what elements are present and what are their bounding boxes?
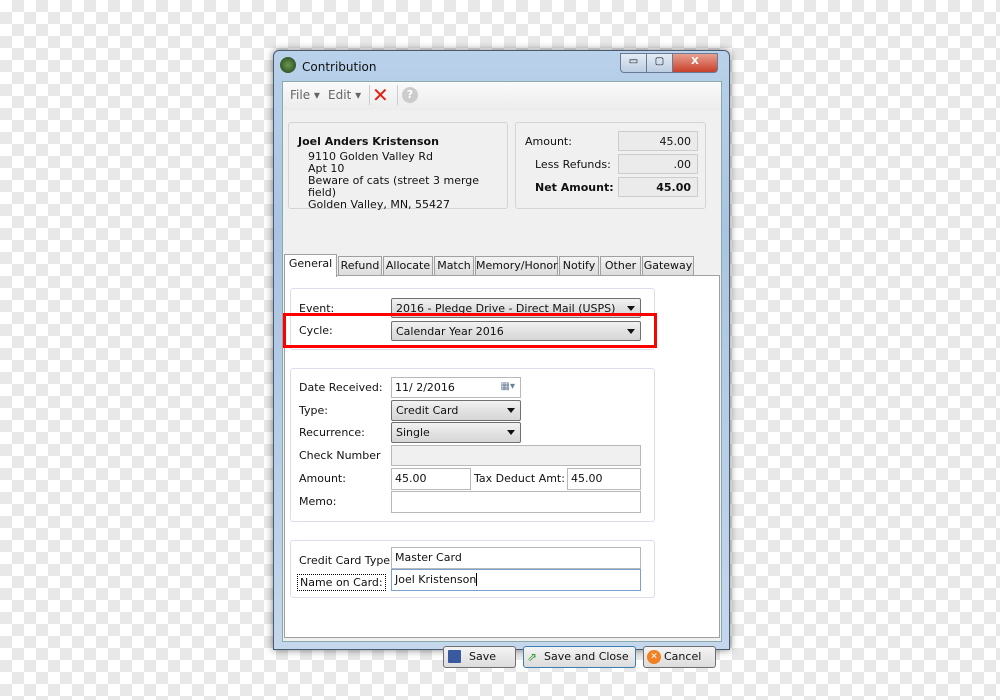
floppy-disk-icon (448, 650, 461, 663)
save-label: Save (469, 650, 497, 663)
maximize-button[interactable]: ▢ (646, 53, 673, 73)
recurrence-value: Single (396, 426, 430, 439)
refunds-label: Less Refunds: (535, 158, 611, 171)
memo-label: Memo: (299, 495, 337, 508)
type-label: Type: (299, 404, 328, 417)
save-close-icon: ⇗ (527, 650, 538, 664)
type-dropdown[interactable]: Credit Card (391, 400, 521, 421)
help-icon[interactable]: ? (402, 87, 418, 103)
credit-card-type-label: Credit Card Type: (299, 554, 394, 567)
toolbar-divider (369, 85, 370, 105)
net-amount-value: 45.00 (618, 177, 698, 197)
net-amount-label: Net Amount: (535, 181, 614, 194)
memo-field[interactable] (391, 491, 641, 513)
recurrence-dropdown[interactable]: Single (391, 422, 521, 443)
amount-value: 45.00 (618, 131, 698, 151)
tab-refund[interactable]: Refund (338, 256, 382, 275)
window-title: Contribution (302, 60, 377, 74)
tab-gateway[interactable]: Gateway (642, 256, 694, 275)
highlight-box (283, 313, 657, 348)
address-line: Beware of cats (street 3 merge field) (308, 174, 480, 199)
contribution-window: Contribution ▭ ▢ X File ▾ Edit ▾ ✕ ? Joe… (273, 50, 730, 668)
edit-menu-label: Edit (328, 88, 352, 102)
date-received-label: Date Received: (299, 381, 383, 394)
text-cursor (476, 573, 478, 586)
date-received-picker[interactable]: 11/ 2/2016 ▦▾ (391, 377, 521, 398)
client-area: File ▾ Edit ▾ ✕ ? Joel Anders Kristenson… (282, 81, 722, 668)
tab-allocate[interactable]: Allocate (383, 256, 433, 275)
check-number-field[interactable] (391, 445, 641, 466)
check-number-label: Check Number (299, 449, 381, 462)
tax-deduct-field[interactable]: 45.00 (567, 468, 641, 490)
file-menu-label: File (290, 88, 311, 102)
donor-address: 9110 Golden Valley Rd Apt 10 Beware of c… (308, 151, 507, 211)
amount-summary-panel: Amount: 45.00 Less Refunds: .00 Net Amou… (515, 122, 706, 209)
close-button[interactable]: X (672, 53, 718, 73)
date-value: 11/ 2/2016 (395, 381, 455, 394)
amount-field[interactable]: 45.00 (391, 468, 471, 490)
donor-panel: Joel Anders Kristenson 9110 Golden Valle… (288, 122, 508, 211)
cancel-label: Cancel (664, 650, 702, 663)
toolbar-divider (397, 85, 398, 105)
chevron-down-icon (507, 430, 515, 435)
minimize-button[interactable]: ▭ (620, 53, 647, 73)
app-icon (280, 57, 296, 73)
chevron-down-icon (627, 306, 635, 311)
name-on-card-label: Name on Card: (297, 574, 386, 591)
tab-match[interactable]: Match (434, 256, 474, 275)
credit-card-type-field[interactable]: Master Card (391, 547, 641, 569)
tax-deduct-label: Tax Deduct Amt: (474, 472, 565, 485)
tab-memory-honor[interactable]: Memory/Honor (475, 256, 558, 275)
save-and-close-button[interactable]: ⇗ Save and Close (523, 646, 636, 668)
amount-label: Amount: (299, 472, 346, 485)
address-line: Golden Valley, MN, 55427 (308, 198, 451, 211)
save-and-close-label: Save and Close (544, 650, 629, 663)
name-on-card-field[interactable]: Joel Kristenson (391, 569, 641, 591)
edit-menu[interactable]: Edit ▾ (328, 88, 361, 102)
cancel-icon: ✕ (647, 650, 661, 664)
delete-icon[interactable]: ✕ (372, 83, 389, 107)
type-value: Credit Card (396, 404, 459, 417)
calendar-icon[interactable]: ▦▾ (501, 381, 515, 392)
name-on-card-value: Joel Kristenson (395, 573, 477, 586)
refunds-value: .00 (618, 154, 698, 174)
amount-label: Amount: (525, 135, 572, 148)
tab-other[interactable]: Other (600, 256, 641, 275)
recurrence-label: Recurrence: (299, 426, 365, 439)
toolbar: File ▾ Edit ▾ ✕ ? (283, 82, 721, 110)
donor-name: Joel Anders Kristenson (298, 135, 439, 148)
cancel-button[interactable]: ✕ Cancel (643, 646, 716, 668)
save-button[interactable]: Save (443, 646, 516, 668)
tab-notify[interactable]: Notify (559, 256, 599, 275)
file-menu[interactable]: File ▾ (290, 88, 320, 102)
tab-general[interactable]: General (284, 254, 337, 277)
general-tab-panel: Event: 2016 - Pledge Drive - Direct Mail… (283, 275, 720, 638)
chevron-down-icon (507, 408, 515, 413)
